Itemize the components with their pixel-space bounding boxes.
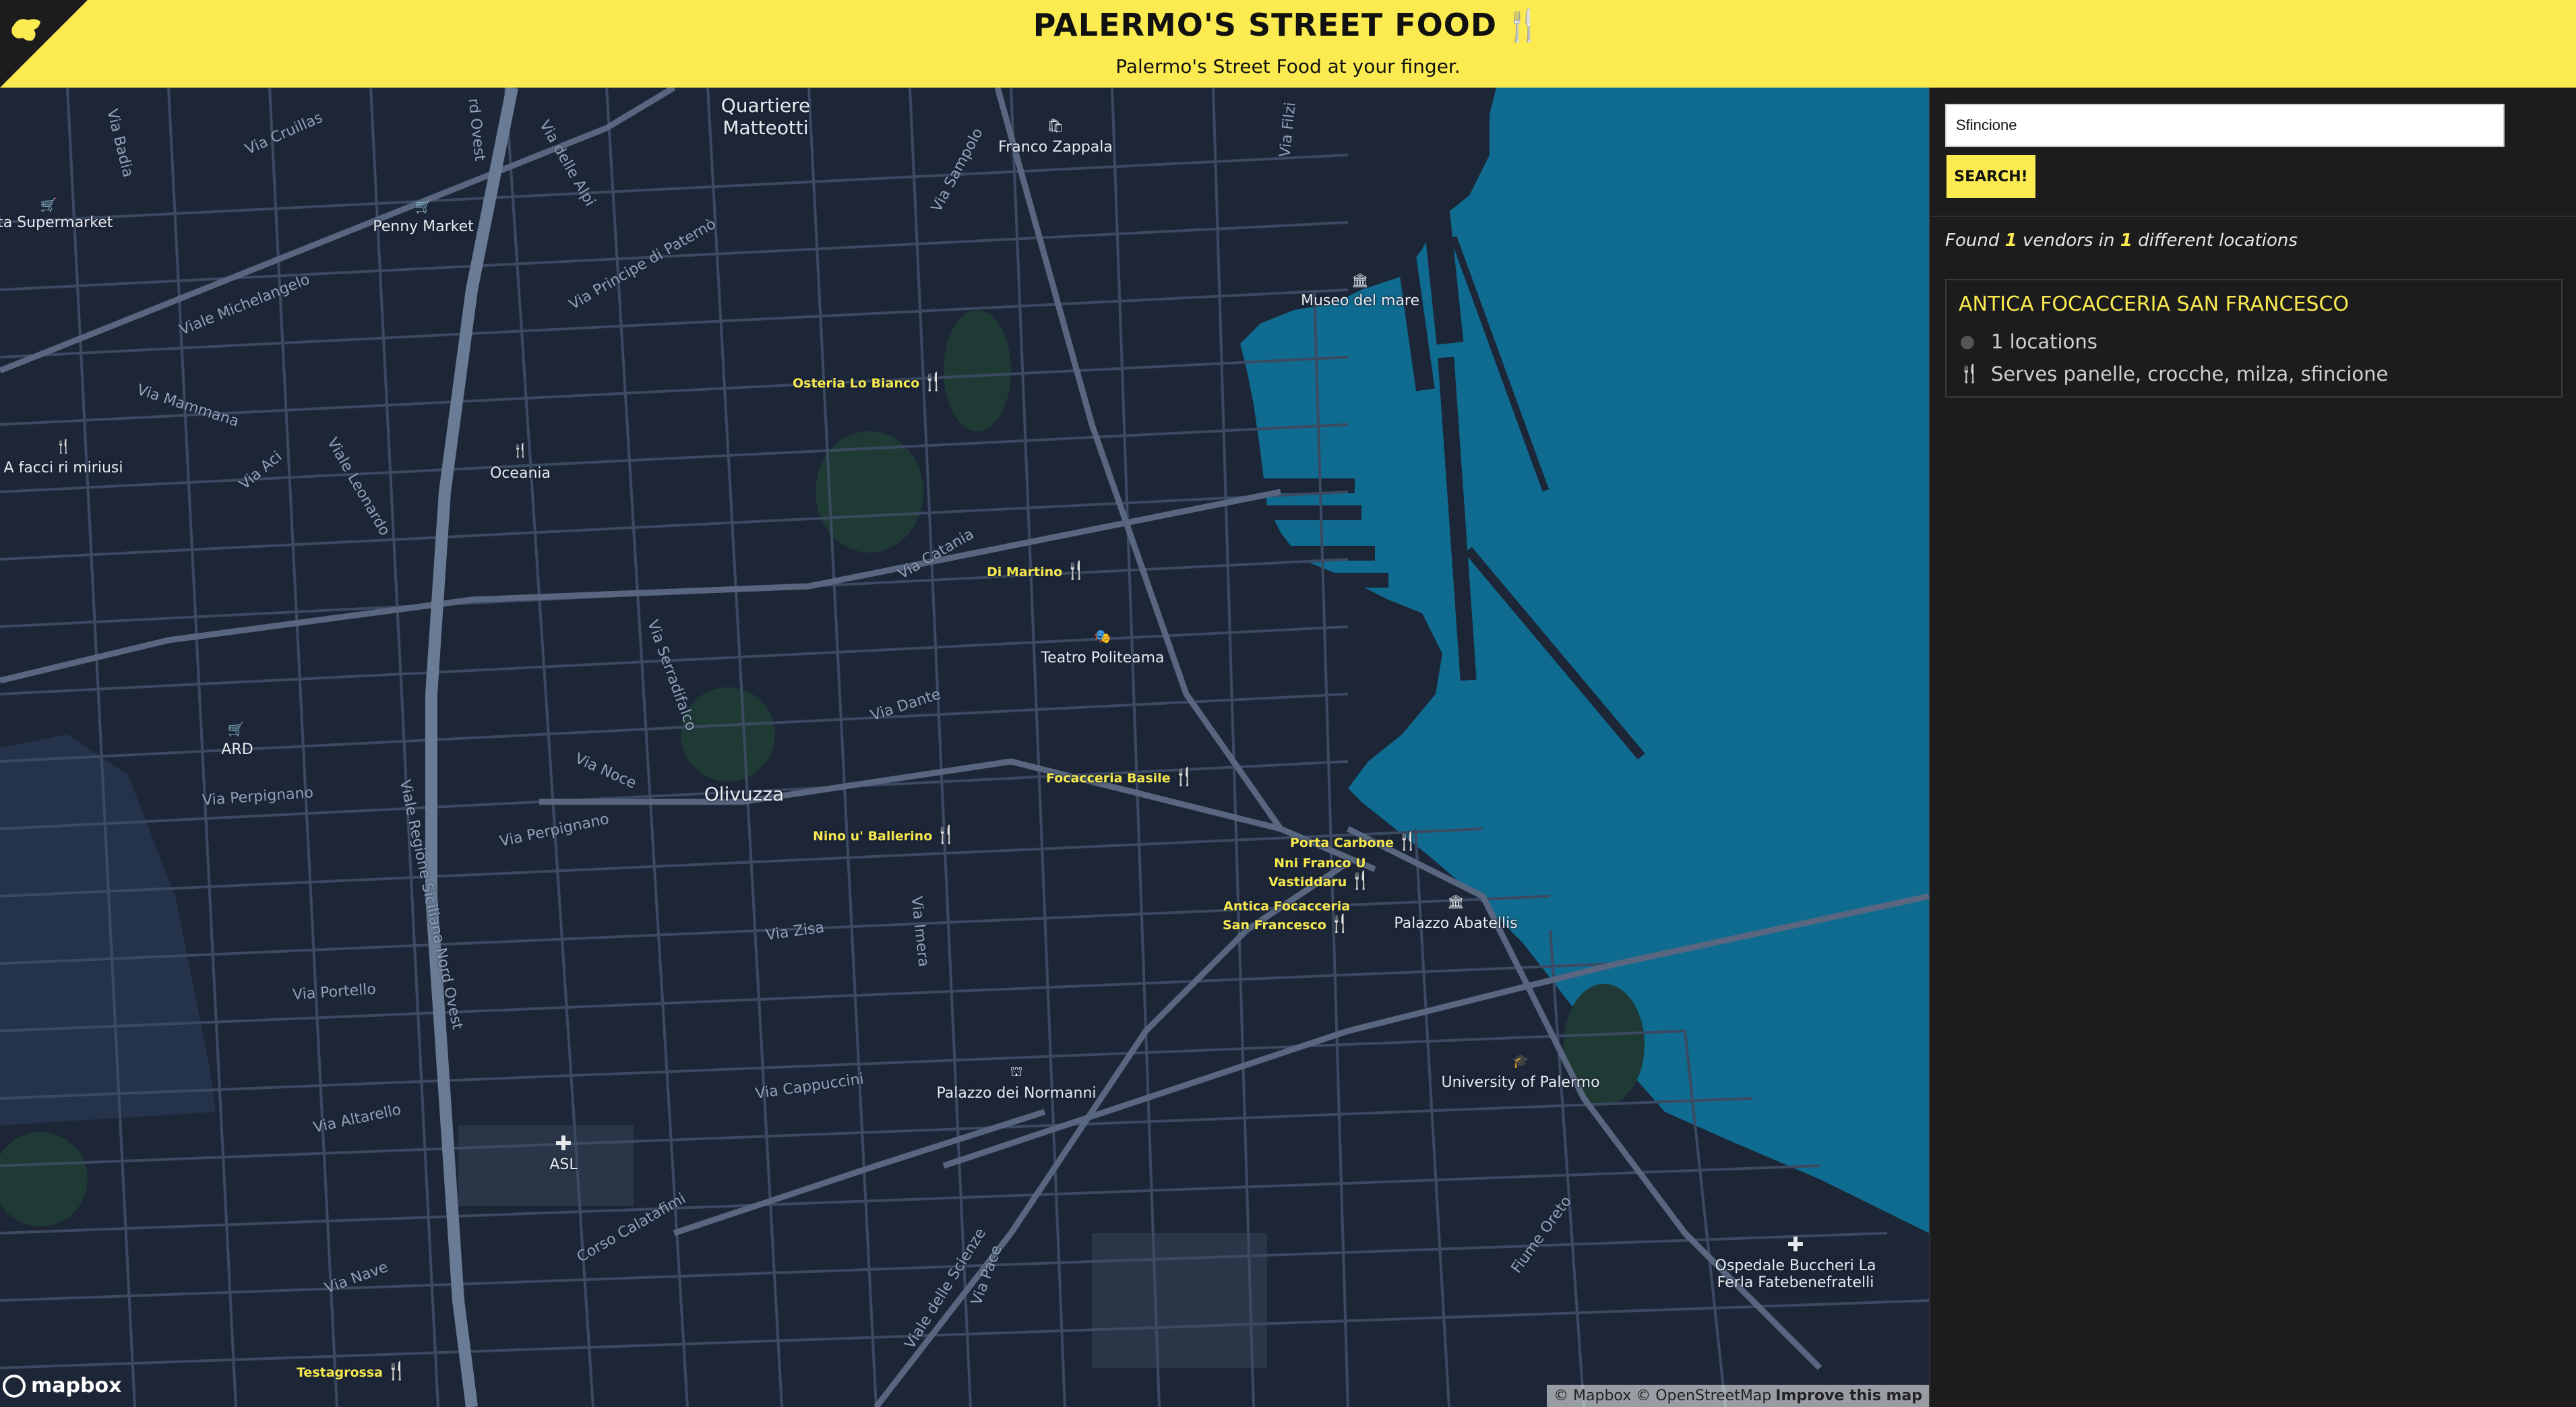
search-button[interactable]: SEARCH! (1946, 155, 2035, 198)
park-area (0, 734, 216, 1125)
restaurant-icon: 🍴 (55, 439, 72, 454)
hospital-icon: ✚ (1787, 1234, 1804, 1256)
place-palazzo-abatellis: Palazzo Abatellis (1394, 915, 1518, 932)
fork-knife-icon: 🍴 (386, 1361, 408, 1381)
divider (1930, 216, 2576, 217)
university-icon: 🎓 (1512, 1054, 1529, 1069)
place-quartiere-matteotti: Quartiere Matteotti (720, 94, 811, 139)
page-title: PALERMO'S STREET FOOD 🍴 (0, 7, 2576, 44)
fork-knife-icon: 🍴 (1504, 7, 1543, 43)
restaurant-icon: 🍴 (512, 443, 529, 458)
search-input[interactable] (1945, 104, 2505, 147)
vendor-marker-nni-franco[interactable]: Nni Franco U Vastiddaru 🍴 (1268, 856, 1372, 891)
shop-icon: 🛍 (1047, 119, 1064, 133)
attribution-text[interactable]: © Mapbox © OpenStreetMap (1554, 1387, 1771, 1404)
monument-icon: ⛫ (1010, 1065, 1023, 1080)
place-university: University of Palermo (1441, 1074, 1600, 1091)
map-attribution: © Mapbox © OpenStreetMap Improve this map (1547, 1385, 1929, 1407)
map-marker-icon: ● (1959, 332, 1975, 352)
place-teatro-politeama: Teatro Politeama (1041, 650, 1165, 666)
title-text: PALERMO'S STREET FOOD (1033, 7, 1498, 43)
sidebar: SEARCH! Found 1 vendors in 1 different l… (1929, 88, 2576, 1407)
fork-knife-icon: 🍴 (922, 372, 944, 392)
vendor-marker-porta-carbone[interactable]: Porta Carbone 🍴 (1290, 832, 1418, 852)
vendor-marker-antica-focacceria[interactable]: Antica Focacceria San Francesco 🍴 (1223, 899, 1351, 934)
place-ard: ARD (221, 741, 253, 758)
page-subtitle: Palermo's Street Food at your finger. (1115, 55, 1461, 77)
shop-icon: 🛒 (40, 198, 57, 213)
hospital-icon: ✚ (555, 1133, 572, 1155)
map[interactable]: Quartiere Matteotti 🛍 Franco Zappala 🛒 st… (0, 88, 1929, 1407)
vendor-marker-nino-ballerino[interactable]: Nino u' Ballerino 🍴 (813, 825, 957, 845)
ring-road (425, 88, 518, 1407)
fork-knife-icon: 🍴 (1959, 364, 1981, 384)
fork-knife-icon: 🍴 (1397, 832, 1419, 852)
vendor-marker-di-martino[interactable]: Di Martino 🍴 (987, 561, 1087, 581)
vendor-marker-testagrossa[interactable]: Testagrossa 🍴 (297, 1361, 407, 1381)
museum-icon: 🏛 (1351, 274, 1369, 288)
shop-icon: 🛒 (227, 722, 245, 737)
shop-icon: 🛒 (415, 199, 432, 214)
theatre-icon: 🎭 (1094, 629, 1111, 644)
place-oceania: Oceania (490, 465, 551, 482)
fork-knife-icon: 🍴 (1349, 871, 1372, 891)
vendor-serves: 🍴 Serves panelle, crocche, milza, sfinci… (1959, 363, 2389, 385)
place-palazzo-normanni: Palazzo dei Normanni (936, 1085, 1097, 1102)
place-asl: ASL (549, 1156, 578, 1173)
place-supermarket: sta Supermarket (0, 214, 113, 231)
app-header: PALERMO'S STREET FOOD 🍴 Palermo's Street … (0, 0, 2576, 88)
vendor-card[interactable]: ANTICA FOCACCERIA SAN FRANCESCO ● 1 loca… (1945, 279, 2563, 398)
vendor-name[interactable]: ANTICA FOCACCERIA SAN FRANCESCO (1959, 292, 2349, 316)
fork-knife-icon: 🍴 (935, 825, 957, 845)
place-a-facci: A facci ri miriusi (3, 460, 123, 476)
place-museo-del-mare: Museo del mare (1301, 292, 1419, 309)
mapbox-logo[interactable]: mapbox (3, 1374, 121, 1398)
place-olivuzza: Olivuzza (704, 783, 785, 805)
vendor-marker-osteria-lo-bianco[interactable]: Osteria Lo Bianco 🍴 (793, 372, 944, 392)
place-penny-market: Penny Market (373, 218, 474, 235)
museum-icon: 🏛 (1447, 895, 1465, 910)
place-ospedale: Ospedale Buccheri La Ferla Fatebenefratel… (1715, 1257, 1876, 1291)
mapbox-icon (3, 1374, 26, 1398)
fork-knife-icon: 🍴 (1328, 914, 1351, 934)
fork-knife-icon: 🍴 (1065, 561, 1087, 581)
vendor-locations: ● 1 locations (1959, 330, 2097, 353)
vendor-marker-focacceria-basile[interactable]: Focacceria Basile 🍴 (1046, 767, 1195, 787)
improve-map-link[interactable]: Improve this map (1775, 1387, 1922, 1404)
fork-knife-icon: 🍴 (1173, 767, 1195, 787)
place-franco-zappala: Franco Zappala (998, 139, 1113, 156)
results-summary: Found 1 vendors in 1 different locations (1945, 230, 2298, 251)
